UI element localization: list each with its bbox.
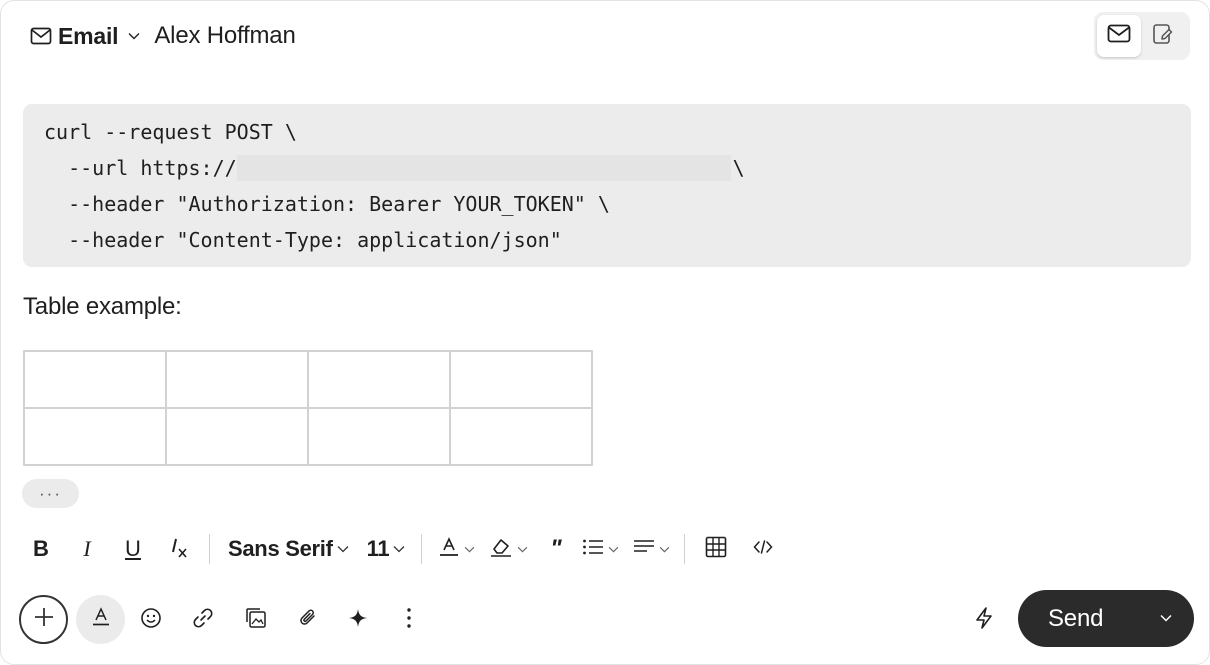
table-cell[interactable] <box>307 350 451 409</box>
code-block[interactable]: curl --request POST \ --url https:// \ --… <box>23 104 1191 267</box>
attach-file-button[interactable] <box>292 604 324 636</box>
font-size-value: 11 <box>366 536 390 561</box>
body-table[interactable] <box>23 350 593 466</box>
recipient-name[interactable]: Alex Hoffman <box>154 22 295 50</box>
link-icon <box>192 607 214 634</box>
ai-assist-button[interactable] <box>342 604 374 636</box>
font-family-value: Sans Serif <box>228 536 333 561</box>
redacted-url <box>236 155 731 181</box>
mail-icon <box>1107 24 1131 48</box>
channel-selector-label[interactable]: Email <box>58 23 119 50</box>
chevron-down-icon <box>393 545 405 553</box>
emoji-icon <box>140 607 162 634</box>
quote-icon: " <box>550 535 562 562</box>
underline-button[interactable]: U <box>115 530 151 568</box>
table-cell[interactable] <box>449 407 593 466</box>
code-line: --url https:// \ <box>44 154 1191 190</box>
code-line: --header "Authorization: Bearer YOUR_TOK… <box>44 192 610 216</box>
font-family-select[interactable]: Sans Serif <box>228 530 349 568</box>
insert-table-button[interactable] <box>705 530 727 568</box>
italic-button[interactable]: I <box>69 530 105 568</box>
toolbar-divider <box>683 534 685 564</box>
code-text: \ <box>732 156 745 180</box>
chevron-down-icon <box>337 545 349 553</box>
text-color-icon <box>438 536 460 563</box>
table-row <box>23 407 593 466</box>
table-icon <box>705 536 727 563</box>
mode-toggle <box>1094 12 1190 60</box>
table-cell[interactable] <box>449 350 593 409</box>
bullet-list-icon <box>582 538 604 561</box>
font-size-select[interactable]: 11 <box>367 530 406 568</box>
code-line: curl --request POST \ <box>44 120 297 144</box>
send-button[interactable]: Send <box>1018 590 1194 647</box>
toolbar-divider <box>209 534 210 564</box>
table-cell[interactable] <box>165 407 309 466</box>
table-cell[interactable] <box>23 407 167 466</box>
chevron-down-icon <box>464 546 475 553</box>
lightning-icon <box>974 606 994 635</box>
text-format-icon <box>91 607 111 632</box>
underline-icon: U <box>125 536 141 561</box>
plus-icon <box>33 606 55 633</box>
insert-link-button[interactable] <box>187 604 219 636</box>
table-cell[interactable] <box>307 407 451 466</box>
chevron-down-icon <box>517 546 528 553</box>
quote-button[interactable]: " <box>550 530 561 568</box>
emoji-button[interactable] <box>135 604 167 636</box>
add-button[interactable] <box>19 595 68 644</box>
code-text: --url https:// <box>44 156 237 180</box>
quick-actions-button[interactable] <box>968 604 1000 636</box>
composer-header: Email Alex Hoffman <box>30 20 296 52</box>
toolbar-divider <box>421 534 423 564</box>
table-cell[interactable] <box>165 350 309 409</box>
send-label: Send <box>1048 604 1104 632</box>
clear-format-button[interactable] <box>161 530 197 568</box>
code-line: --header "Content-Type: application/json… <box>44 228 562 252</box>
image-icon <box>245 607 267 634</box>
mail-icon <box>30 25 52 47</box>
sparkle-icon <box>347 607 369 634</box>
chevron-down-icon <box>659 546 670 553</box>
table-cell[interactable] <box>23 350 167 409</box>
attachment-icon <box>297 607 319 634</box>
more-vertical-icon <box>406 607 412 634</box>
table-row <box>23 350 593 409</box>
clear-format-icon <box>169 536 189 563</box>
table-label: Table example: <box>23 293 182 320</box>
bullet-list-button[interactable] <box>582 530 619 568</box>
italic-icon: I <box>83 536 91 561</box>
code-icon <box>753 539 773 560</box>
chevron-down-icon[interactable] <box>126 28 142 44</box>
email-mode-button[interactable] <box>1097 15 1141 57</box>
align-icon <box>633 538 655 561</box>
bold-button[interactable]: B <box>23 530 59 568</box>
chevron-down-icon <box>608 546 619 553</box>
note-mode-button[interactable] <box>1141 15 1185 57</box>
highlight-icon <box>489 536 513 563</box>
formatting-toggle-button[interactable] <box>76 595 125 644</box>
align-button[interactable] <box>633 530 670 568</box>
chevron-down-icon[interactable] <box>1158 610 1174 626</box>
insert-image-button[interactable] <box>240 604 272 636</box>
more-options-button[interactable] <box>393 604 425 636</box>
show-more-button[interactable]: ··· <box>22 479 79 508</box>
code-button[interactable] <box>753 530 773 568</box>
text-color-button[interactable] <box>438 530 475 568</box>
format-toolbar: B I U Sans Serif 11 " <box>23 530 773 568</box>
bold-icon: B <box>33 536 49 561</box>
highlight-button[interactable] <box>489 530 528 568</box>
compose-note-icon <box>1152 23 1174 50</box>
